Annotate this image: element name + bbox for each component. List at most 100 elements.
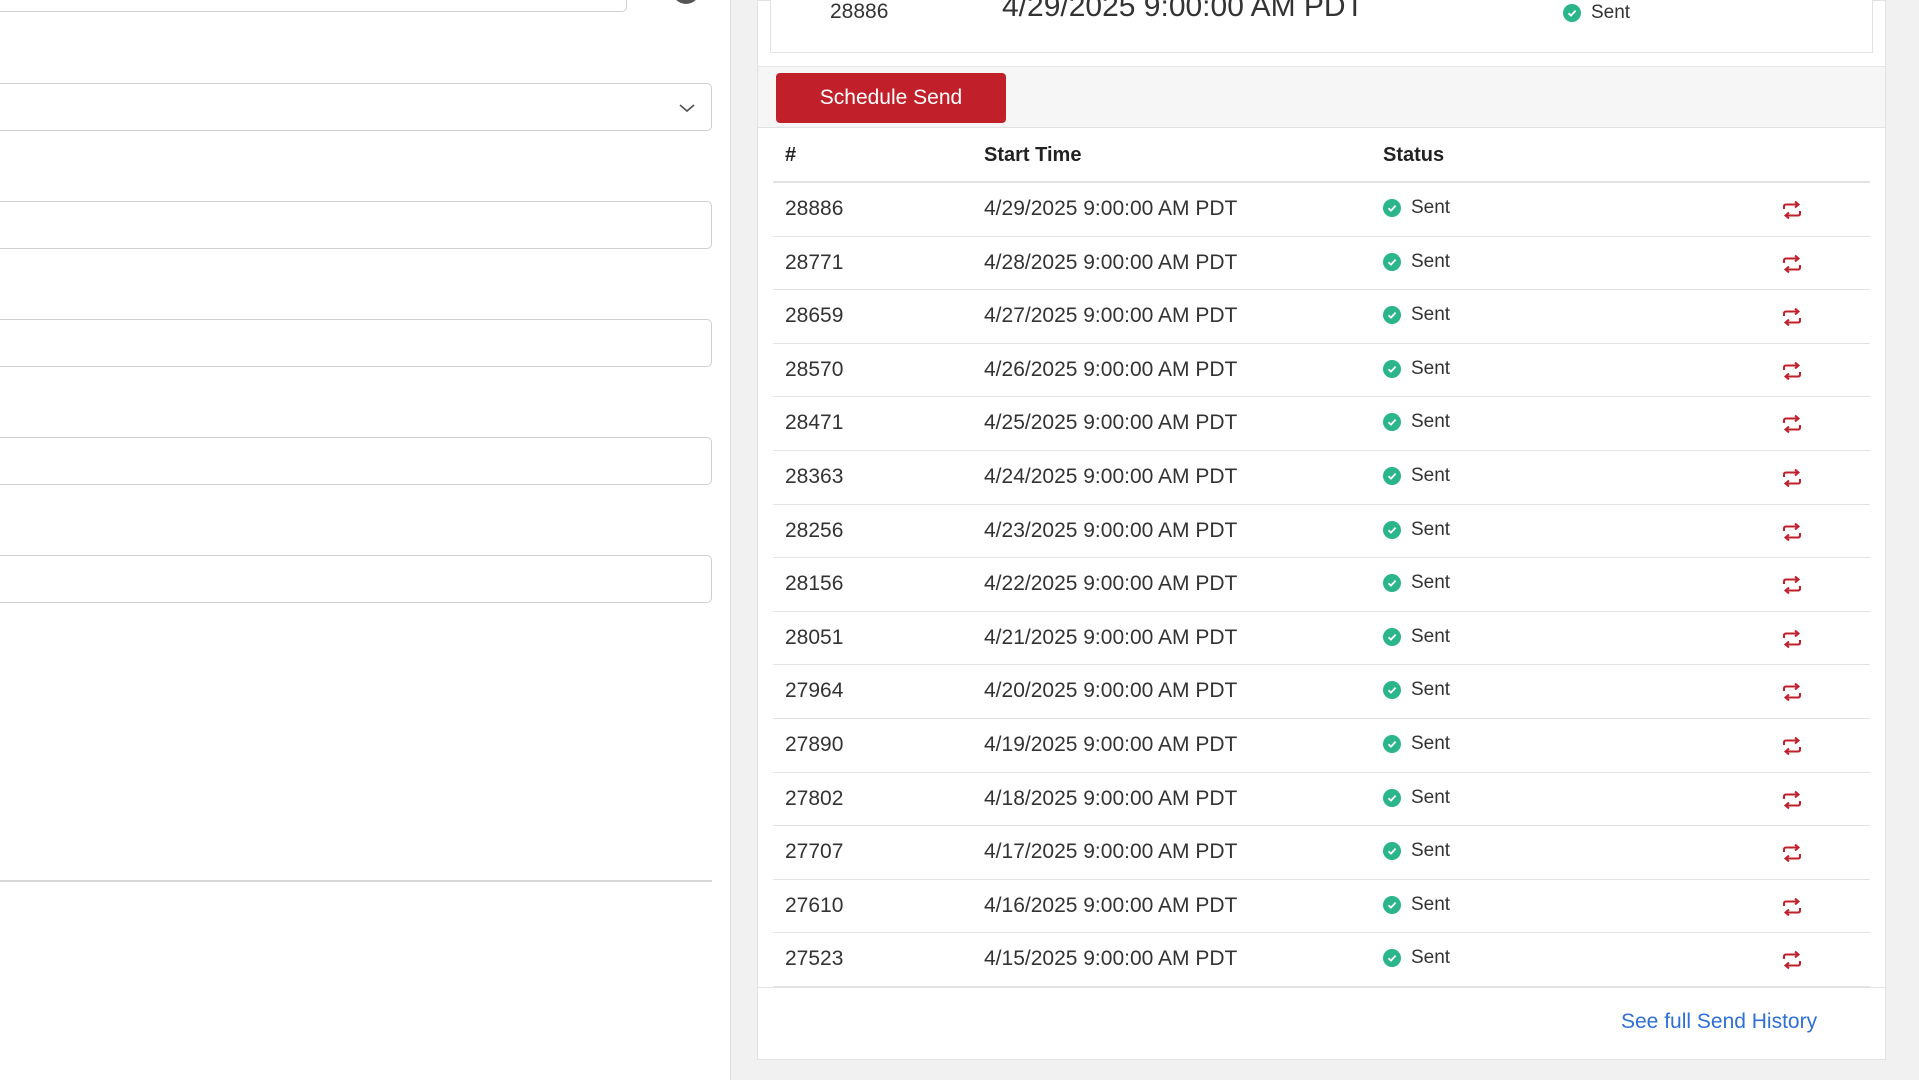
resend-icon[interactable] (1779, 466, 1805, 490)
resend-icon[interactable] (1779, 734, 1805, 758)
send-start-time: 4/23/2025 9:00:00 AM PDT (984, 518, 1238, 542)
text-input-2[interactable] (0, 319, 712, 367)
footer-divider (758, 987, 1885, 988)
send-number: 28771 (785, 250, 844, 274)
send-status: Sent (1383, 572, 1450, 594)
send-status: Sent (1383, 947, 1450, 969)
status-text: Sent (1411, 840, 1451, 862)
table-row: 28886 4/29/2025 9:00:00 AM PDT Sent (773, 183, 1870, 237)
send-start-time: 4/15/2025 9:00:00 AM PDT (984, 947, 1238, 971)
resend-icon[interactable] (1779, 948, 1805, 972)
status-text: Sent (1411, 572, 1451, 594)
text-input-4[interactable] (0, 555, 712, 603)
send-number: 28886 (785, 197, 844, 220)
resend-icon[interactable] (1779, 359, 1805, 383)
check-circle-icon (1383, 734, 1401, 753)
check-circle-icon (1383, 359, 1401, 378)
send-number: 28570 (785, 357, 844, 381)
resend-icon[interactable] (1779, 895, 1805, 919)
status-text: Sent (1411, 464, 1451, 486)
send-status: Sent (1383, 465, 1450, 487)
send-status: Sent (1383, 519, 1450, 541)
chevron-down-icon (679, 104, 695, 113)
check-circle-icon (1383, 574, 1401, 593)
send-number: 28051 (785, 625, 844, 649)
status-text: Sent (1411, 411, 1451, 433)
send-start-time: 4/17/2025 9:00:00 AM PDT (984, 840, 1238, 864)
check-circle-icon (1383, 199, 1401, 217)
table-row: 28659 4/27/2025 9:00:00 AM PDT Sent (773, 290, 1870, 344)
send-number: 27802 (785, 786, 844, 810)
send-status: Sent (1383, 733, 1450, 755)
table-row: 28051 4/21/2025 9:00:00 AM PDT Sent (773, 612, 1870, 666)
help-icon[interactable] (672, 0, 700, 4)
send-status: Sent (1383, 787, 1450, 809)
resend-icon[interactable] (1779, 305, 1805, 329)
check-circle-icon (1383, 842, 1401, 861)
send-status: Sent (1383, 358, 1450, 380)
resend-icon[interactable] (1779, 412, 1805, 436)
select-field[interactable] (0, 83, 712, 131)
resend-icon[interactable] (1779, 520, 1805, 544)
check-circle-icon (1383, 306, 1401, 325)
resend-icon[interactable] (1779, 198, 1805, 222)
send-start-time: 4/25/2025 9:00:00 AM PDT (984, 411, 1238, 435)
send-start-time: 4/21/2025 9:00:00 AM PDT (984, 625, 1238, 649)
check-circle-icon (1383, 413, 1401, 432)
table-row: 28363 4/24/2025 9:00:00 AM PDT Sent (773, 451, 1870, 505)
status-text: Sent (1411, 893, 1451, 915)
table-header: # Start Time Status (773, 128, 1870, 183)
send-start-time: 4/19/2025 9:00:00 AM PDT (984, 732, 1238, 756)
table-row: 28771 4/28/2025 9:00:00 AM PDT Sent (773, 237, 1870, 291)
table-row: 27964 4/20/2025 9:00:00 AM PDT Sent (773, 665, 1870, 719)
send-start-time: 4/22/2025 9:00:00 AM PDT (984, 572, 1238, 596)
send-number: 27890 (785, 732, 844, 756)
latest-send-card: 28886 4/29/2025 9:00:00 AM PDT Sent (770, 0, 1873, 53)
send-history-table: 28886 4/29/2025 9:00:00 AM PDT Sent 2877… (773, 183, 1870, 987)
send-start-time: 4/27/2025 9:00:00 AM PDT (984, 304, 1238, 328)
check-circle-icon (1383, 949, 1401, 968)
status-text: Sent (1411, 679, 1451, 701)
check-circle-icon (1383, 895, 1401, 914)
send-status: Sent (1383, 411, 1450, 433)
top-input-field[interactable] (0, 0, 627, 12)
resend-icon[interactable] (1779, 841, 1805, 865)
status-text: Sent (1411, 786, 1451, 808)
send-start-time: 4/29/2025 9:00:00 AM PDT (984, 197, 1238, 220)
check-circle-icon (1383, 681, 1401, 700)
status-text: Sent (1411, 197, 1451, 218)
send-status: Sent (1383, 197, 1450, 219)
send-start-time: 4/16/2025 9:00:00 AM PDT (984, 893, 1238, 917)
text-input-1[interactable] (0, 201, 712, 249)
check-circle-icon (1563, 4, 1581, 22)
panel-divider (730, 0, 731, 1080)
status-text: Sent (1411, 250, 1451, 272)
send-start-time: 4/28/2025 9:00:00 AM PDT (984, 250, 1238, 274)
check-circle-icon (1383, 788, 1401, 807)
table-row: 28156 4/22/2025 9:00:00 AM PDT Sent (773, 558, 1870, 612)
resend-icon[interactable] (1779, 788, 1805, 812)
table-row: 27523 4/15/2025 9:00:00 AM PDT Sent (773, 933, 1870, 987)
send-number: 28471 (785, 411, 844, 435)
see-full-history-link[interactable]: See full Send History (1621, 1010, 1817, 1034)
schedule-send-button[interactable]: Schedule Send (776, 73, 1006, 123)
send-start-time: 4/26/2025 9:00:00 AM PDT (984, 357, 1238, 381)
table-row: 28471 4/25/2025 9:00:00 AM PDT Sent (773, 397, 1870, 451)
resend-icon[interactable] (1779, 252, 1805, 276)
send-status: Sent (1383, 626, 1450, 648)
latest-send-time: 4/29/2025 9:00:00 AM PDT (1002, 0, 1364, 23)
text-input-3[interactable] (0, 437, 712, 485)
resend-icon[interactable] (1779, 680, 1805, 704)
send-number: 27964 (785, 679, 844, 703)
send-number: 28156 (785, 572, 844, 596)
table-row: 27610 4/16/2025 9:00:00 AM PDT Sent (773, 880, 1870, 934)
send-number: 28256 (785, 518, 844, 542)
resend-icon[interactable] (1779, 573, 1805, 597)
check-circle-icon (1383, 252, 1401, 271)
send-status: Sent (1383, 251, 1450, 273)
table-row: 27802 4/18/2025 9:00:00 AM PDT Sent (773, 773, 1870, 827)
status-text: Sent (1411, 357, 1451, 379)
resend-icon[interactable] (1779, 627, 1805, 651)
status-text: Sent (1591, 2, 1631, 23)
status-text: Sent (1411, 304, 1451, 326)
